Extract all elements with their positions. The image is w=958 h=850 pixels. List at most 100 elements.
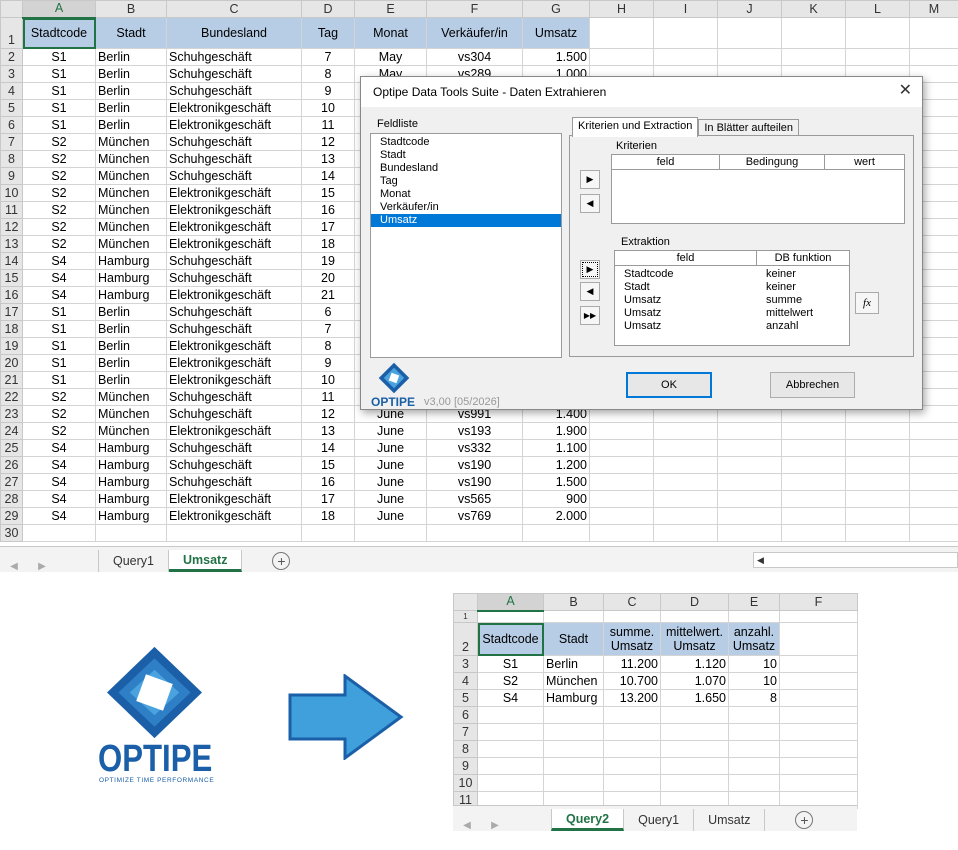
data-cell[interactable]: 10 bbox=[728, 672, 780, 690]
data-cell[interactable] bbox=[660, 740, 729, 758]
data-cell[interactable]: Hamburg bbox=[95, 490, 167, 508]
data-cell[interactable]: Elektronikgeschäft bbox=[166, 337, 302, 355]
empty-cell[interactable] bbox=[653, 490, 718, 508]
data-cell[interactable]: S1 bbox=[22, 354, 96, 372]
empty-cell[interactable] bbox=[589, 422, 654, 440]
empty-cell[interactable] bbox=[589, 17, 654, 49]
data-cell[interactable] bbox=[728, 706, 780, 724]
data-cell[interactable] bbox=[522, 524, 590, 542]
result-header-cell[interactable]: Stadtcode bbox=[477, 622, 544, 656]
data-cell[interactable]: München bbox=[95, 150, 167, 168]
row-header[interactable]: 6 bbox=[0, 116, 23, 134]
data-cell[interactable]: 13 bbox=[301, 422, 355, 440]
row-header[interactable]: 25 bbox=[0, 439, 23, 457]
data-cell[interactable]: S1 bbox=[22, 65, 96, 83]
data-cell[interactable] bbox=[543, 723, 604, 741]
column-header-result-f[interactable]: F bbox=[779, 593, 858, 611]
data-cell[interactable]: S2 bbox=[477, 672, 544, 690]
empty-cell[interactable] bbox=[653, 422, 718, 440]
data-cell[interactable]: Schuhgeschäft bbox=[166, 303, 302, 321]
row-header[interactable]: 8 bbox=[453, 740, 478, 758]
row-header[interactable]: 4 bbox=[453, 672, 478, 690]
data-cell[interactable]: 13.200 bbox=[603, 689, 661, 707]
empty-cell[interactable] bbox=[781, 48, 846, 66]
row-header-2-result[interactable]: 2 bbox=[453, 622, 478, 656]
empty-cell[interactable] bbox=[779, 655, 858, 673]
data-cell[interactable]: 12 bbox=[301, 133, 355, 151]
data-cell[interactable] bbox=[477, 706, 544, 724]
empty-cell[interactable] bbox=[717, 48, 782, 66]
tab-umsatz[interactable]: Umsatz bbox=[169, 550, 243, 572]
data-cell[interactable]: 8 bbox=[728, 689, 780, 707]
data-cell[interactable] bbox=[477, 757, 544, 775]
data-cell[interactable]: 19 bbox=[301, 252, 355, 270]
empty-cell[interactable] bbox=[653, 473, 718, 491]
row-header[interactable]: 11 bbox=[0, 201, 23, 219]
empty-cell[interactable] bbox=[845, 456, 910, 474]
data-cell[interactable]: Berlin bbox=[95, 303, 167, 321]
data-cell[interactable]: S2 bbox=[22, 235, 96, 253]
data-cell[interactable]: Berlin bbox=[95, 320, 167, 338]
tab-scroll-left-icon[interactable]: ◀ bbox=[0, 561, 28, 572]
data-cell[interactable]: S1 bbox=[22, 48, 96, 66]
data-cell[interactable] bbox=[477, 774, 544, 792]
empty-cell[interactable] bbox=[779, 757, 858, 775]
empty-cell[interactable] bbox=[717, 422, 782, 440]
data-cell[interactable] bbox=[477, 723, 544, 741]
data-cell[interactable] bbox=[603, 757, 661, 775]
empty-cell[interactable] bbox=[653, 439, 718, 457]
row-header[interactable]: 9 bbox=[453, 757, 478, 775]
empty-cell[interactable] bbox=[845, 473, 910, 491]
tab-scroll-left-icon-result[interactable]: ◀ bbox=[453, 820, 481, 831]
data-cell[interactable]: Schuhgeschäft bbox=[166, 252, 302, 270]
empty-cell[interactable] bbox=[781, 422, 846, 440]
data-cell[interactable]: June bbox=[354, 422, 427, 440]
column-header-e[interactable]: E bbox=[354, 0, 427, 18]
data-cell[interactable]: S1 bbox=[477, 655, 544, 673]
data-cell[interactable]: Schuhgeschäft bbox=[166, 320, 302, 338]
data-cell[interactable]: 11 bbox=[301, 116, 355, 134]
data-cell[interactable]: S2 bbox=[22, 133, 96, 151]
data-cell[interactable]: Berlin bbox=[95, 337, 167, 355]
row-header[interactable]: 7 bbox=[0, 133, 23, 151]
empty-cell[interactable] bbox=[845, 524, 910, 542]
column-header-m[interactable]: M bbox=[909, 0, 958, 18]
data-cell[interactable]: 10 bbox=[301, 371, 355, 389]
row-header[interactable]: 5 bbox=[0, 99, 23, 117]
field-list-item[interactable]: Bundesland bbox=[371, 162, 561, 175]
move-all-button-extraktion[interactable]: ▶▶ bbox=[580, 306, 600, 325]
data-cell[interactable]: Schuhgeschäft bbox=[166, 456, 302, 474]
extraktion-grid[interactable]: feld DB funktion Stadtcode keiner Stadt kei… bbox=[614, 250, 850, 346]
empty-cell[interactable] bbox=[589, 490, 654, 508]
data-cell[interactable]: 7 bbox=[301, 48, 355, 66]
data-cell[interactable]: Hamburg bbox=[543, 689, 604, 707]
empty-cell[interactable] bbox=[845, 490, 910, 508]
data-cell[interactable]: June bbox=[354, 439, 427, 457]
data-cell[interactable]: June bbox=[354, 456, 427, 474]
data-cell[interactable]: Elektronikgeschäft bbox=[166, 490, 302, 508]
row-header[interactable]: 7 bbox=[453, 723, 478, 741]
row-header-1-result[interactable]: 1 bbox=[453, 610, 478, 623]
close-icon[interactable]: ✕ bbox=[899, 83, 912, 99]
tab-scroll-right-icon-result[interactable]: ▶ bbox=[481, 820, 509, 831]
data-cell[interactable]: 9 bbox=[301, 354, 355, 372]
data-cell[interactable]: München bbox=[95, 167, 167, 185]
abbrechen-button[interactable]: Abbrechen bbox=[770, 372, 855, 398]
data-cell[interactable]: Schuhgeschäft bbox=[166, 150, 302, 168]
header-cell[interactable]: Verkäufer/in bbox=[426, 17, 523, 49]
field-list-item[interactable]: Umsatz bbox=[371, 214, 561, 227]
empty-cell[interactable] bbox=[845, 17, 910, 49]
field-list-item[interactable]: Stadt bbox=[371, 149, 561, 162]
kriterien-grid[interactable]: feld Bedingung wert bbox=[611, 154, 905, 224]
data-cell[interactable]: Schuhgeschäft bbox=[166, 48, 302, 66]
tab-scroll-right-icon[interactable]: ▶ bbox=[28, 561, 56, 572]
empty-cell[interactable] bbox=[717, 473, 782, 491]
empty-cell[interactable] bbox=[779, 723, 858, 741]
column-header-l[interactable]: L bbox=[845, 0, 910, 18]
data-cell[interactable]: Elektronikgeschäft bbox=[166, 184, 302, 202]
empty-cell[interactable] bbox=[543, 610, 604, 623]
empty-cell[interactable] bbox=[781, 490, 846, 508]
result-header-cell[interactable]: mittelwert. Umsatz bbox=[660, 622, 729, 656]
empty-cell[interactable] bbox=[603, 610, 661, 623]
empty-cell[interactable] bbox=[653, 507, 718, 525]
